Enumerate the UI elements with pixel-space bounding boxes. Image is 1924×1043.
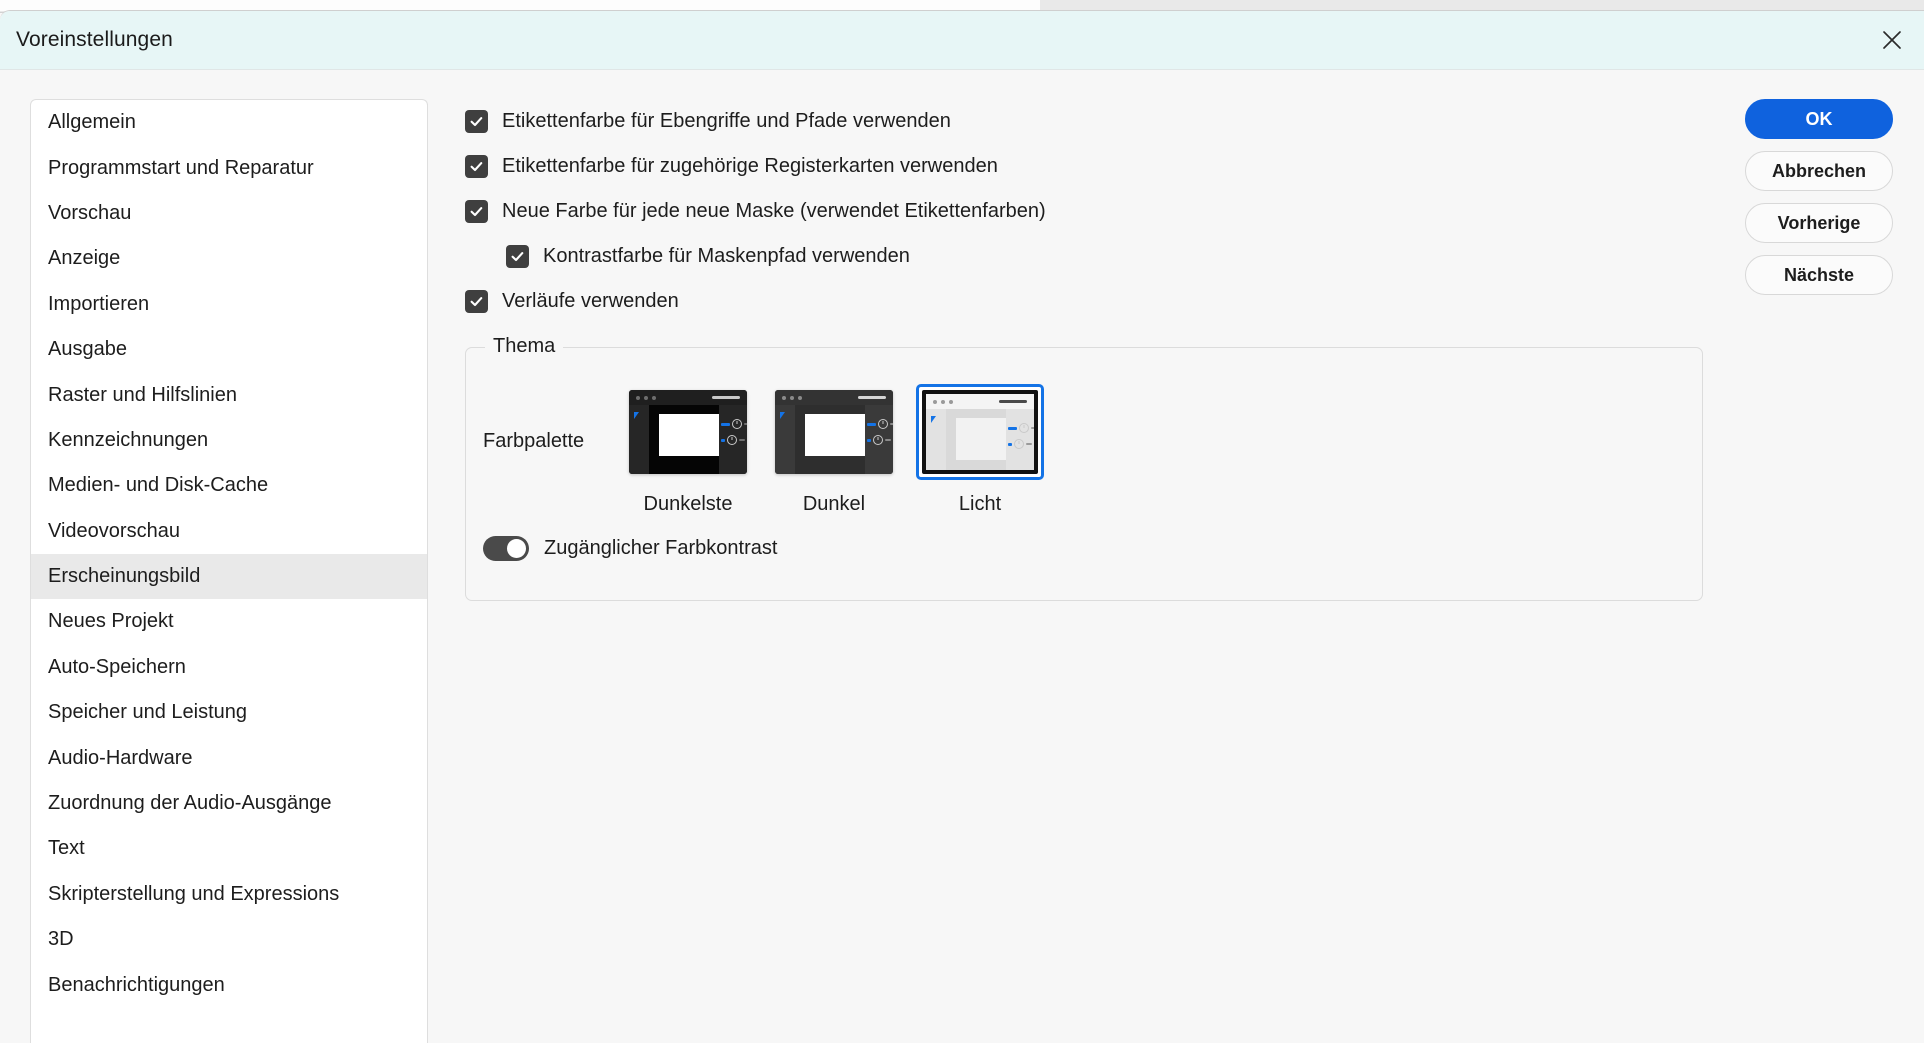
checkbox-checked-icon[interactable] [465,155,488,178]
sidebar-item-label: Erscheinungsbild [48,565,201,588]
checkbox-row[interactable]: Etikettenfarbe für Ebengriffe und Pfade … [465,99,1705,144]
sidebar-item-label: Videovorschau [48,519,180,542]
theme-thumbnail-frame [916,384,1044,480]
abbrechen-button[interactable]: Abbrechen [1745,151,1893,191]
sidebar-item-label: 3D [48,928,74,951]
sidebar-item-importieren[interactable]: Importieren [31,282,427,327]
sidebar-item-label: Medien- und Disk-Cache [48,474,269,497]
sidebar-item-programmstart-und-reparatur[interactable]: Programmstart und Reparatur [31,145,427,190]
dialog-titlebar: Voreinstellungen [0,11,1924,70]
sidebar-item-label: Audio-Hardware [48,746,193,769]
sidebar-item-raster-und-hilfslinien[interactable]: Raster und Hilfslinien [31,372,427,417]
sidebar-item-anzeige[interactable]: Anzeige [31,236,427,281]
checkbox-group: Etikettenfarbe für Ebengriffe und Pfade … [465,99,1705,324]
theme-option-licht[interactable]: Licht [907,384,1053,516]
theme-thumbnail-frame [770,384,898,480]
sidebar-item-label: Auto-Speichern [48,655,186,678]
sidebar-item-label: Anzeige [48,247,121,270]
sidebar-item-ausgabe[interactable]: Ausgabe [31,327,427,372]
accessible-contrast-label: Zugänglicher Farbkontrast [544,537,778,559]
sidebar-item-label: Vorschau [48,201,132,224]
sidebar-item-label: Speicher und Leistung [48,701,248,724]
checkbox-checked-icon[interactable] [465,200,488,223]
vorherige-button[interactable]: Vorherige [1745,203,1893,243]
sidebar-item-auto-speichern[interactable]: Auto-Speichern [31,645,427,690]
sidebar-item-zuordnung-der-audio-ausgänge[interactable]: Zuordnung der Audio-Ausgänge [31,781,427,826]
sidebar-item-label: Zuordnung der Audio-Ausgänge [48,792,332,815]
color-palette-row: Farbpalette Dunkelste Dunkel Licht [483,384,1053,516]
ok-button[interactable]: OK [1745,99,1893,139]
sidebar-item-3d[interactable]: 3D [31,917,427,962]
sidebar-item-medien-und-disk-cache[interactable]: Medien- und Disk-Cache [31,463,427,508]
sidebar-item-skripterstellung-und-expressions[interactable]: Skripterstellung und Expressions [31,872,427,917]
sidebar-item-label: Importieren [48,292,150,315]
sidebar-item-allgemein[interactable]: Allgemein [31,100,427,145]
checkbox-label: Etikettenfarbe für zugehörige Registerka… [502,155,998,177]
sidebar-item-label: Programmstart und Reparatur [48,156,314,179]
close-icon[interactable] [1866,16,1918,64]
sidebar-item-text[interactable]: Text [31,826,427,871]
theme-option-list: Dunkelste Dunkel Licht [615,384,1053,516]
theme-group-box: Thema Farbpalette Dunkelste Dunkel Licht Z… [465,335,1703,601]
accessible-contrast-toggle[interactable] [483,536,529,561]
settings-category-list[interactable]: Allgemein Programmstart und Reparatur Vors… [30,99,428,1043]
sidebar-item-kennzeichnungen[interactable]: Kennzeichnungen [31,418,427,463]
sidebar-item-label: Text [48,837,85,860]
theme-group-title: Thema [485,335,564,358]
sidebar-item-label: Kennzeichnungen [48,428,209,451]
sidebar-item-label: Neues Projekt [48,610,174,633]
sidebar-item-benachrichtigungen[interactable]: Benachrichtigungen [31,962,427,1007]
checkbox-checked-icon[interactable] [465,290,488,313]
sidebar-item-erscheinungsbild[interactable]: Erscheinungsbild [31,553,427,600]
checkbox-label: Neue Farbe für jede neue Maske (verwende… [502,200,1046,222]
appearance-settings-panel: Etikettenfarbe für Ebengriffe und Pfade … [465,99,1705,601]
theme-option-label: Dunkel [802,493,866,515]
theme-thumbnail-preview-icon [775,390,893,474]
theme-option-label: Licht [958,493,1002,515]
dialog-title: Voreinstellungen [16,28,173,51]
toggle-knob [507,539,526,558]
accessible-contrast-row: Zugänglicher Farbkontrast [483,536,777,561]
preferences-dialog: Voreinstellungen Allgemein Programmstart … [0,10,1924,1043]
checkbox-checked-icon[interactable] [465,110,488,133]
checkbox-label: Kontrastfarbe für Maskenpfad verwenden [543,245,910,267]
sidebar-item-label: Skripterstellung und Expressions [48,882,340,905]
sidebar-item-vorschau[interactable]: Vorschau [31,191,427,236]
checkbox-row[interactable]: Etikettenfarbe für zugehörige Registerka… [465,144,1705,189]
sidebar-item-audio-hardware[interactable]: Audio-Hardware [31,735,427,780]
checkbox-row[interactable]: Neue Farbe für jede neue Maske (verwende… [465,189,1705,234]
sidebar-item-label: Allgemein [48,111,136,134]
checkbox-row[interactable]: Verläufe verwenden [465,279,1705,324]
sidebar-item-label: Ausgabe [48,338,127,361]
sidebar-item-videovorschau[interactable]: Videovorschau [31,509,427,554]
theme-option-dunkelste[interactable]: Dunkelste [615,384,761,516]
dialog-body: Allgemein Programmstart und Reparatur Vors… [0,70,1924,1043]
dialog-button-column: OK Abbrechen Vorherige Nächste [1745,99,1893,295]
sidebar-item-neues-projekt[interactable]: Neues Projekt [31,599,427,644]
sidebar-item-speicher-und-leistung[interactable]: Speicher und Leistung [31,690,427,735]
sidebar-item-label: Raster und Hilfslinien [48,383,237,406]
theme-thumbnail-preview-icon [922,390,1038,474]
theme-thumbnail-frame [624,384,752,480]
checkbox-label: Etikettenfarbe für Ebengriffe und Pfade … [502,110,951,132]
checkbox-label: Verläufe verwenden [502,290,679,312]
checkbox-row[interactable]: Kontrastfarbe für Maskenpfad verwenden [465,234,1705,279]
color-palette-label: Farbpalette [483,430,585,452]
sidebar-item-label: Benachrichtigungen [48,973,225,996]
theme-thumbnail-preview-icon [629,390,747,474]
theme-option-dunkel[interactable]: Dunkel [761,384,907,516]
nächste-button[interactable]: Nächste [1745,255,1893,295]
theme-option-label: Dunkelste [643,493,733,515]
checkbox-checked-icon[interactable] [506,245,529,268]
